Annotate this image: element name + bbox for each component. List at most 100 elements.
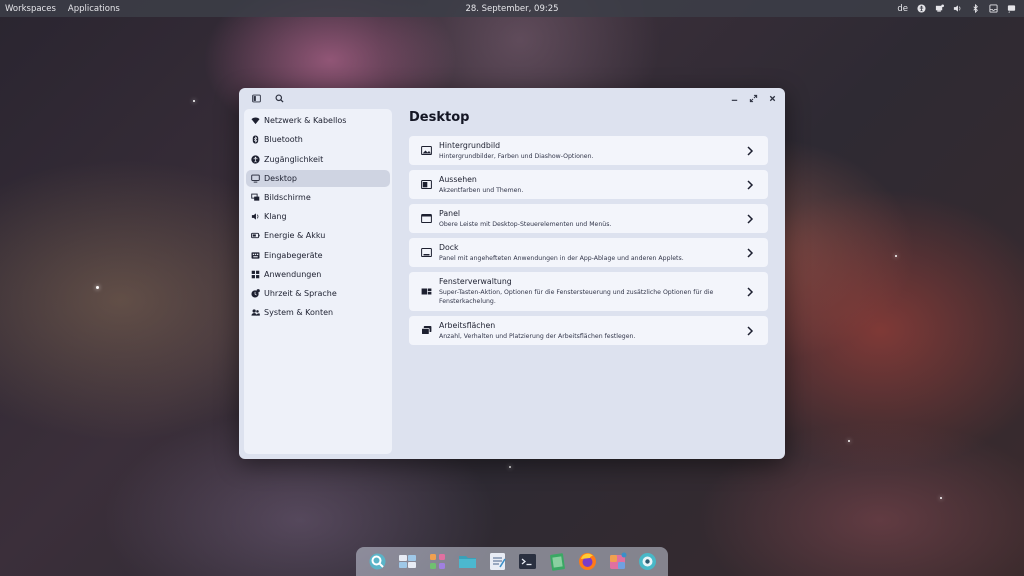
window-titlebar[interactable] [239,88,785,108]
sound-icon [251,212,260,221]
maximize-icon[interactable] [747,92,759,104]
wallpaper-star [940,497,942,499]
bluetooth-icon [251,135,260,144]
clock[interactable]: 28. September, 09:25 [465,4,558,14]
users-icon [251,308,260,317]
sidebar-item-label: Bluetooth [264,135,303,145]
sidebar-item-sound[interactable]: Klang [246,208,390,226]
firefox-icon[interactable] [577,551,598,572]
battery-icon [251,231,260,240]
wallpaper-icon [421,145,432,156]
settings-content: Desktop Hintergrundbild Hintergrundbilde… [409,108,769,345]
card-title: Panel [439,208,461,218]
apps-icon [251,270,260,279]
top-panel: Workspaces Applications 28. September, 0… [0,0,1024,17]
panel-icon [421,213,432,224]
card-appearance[interactable]: Aussehen Akzentfarben und Themen. [409,170,768,199]
card-description: Akzentfarben und Themen. [439,186,524,194]
sidebar-item-label: Eingabegeräte [264,250,323,260]
chevron-right-icon [746,213,754,224]
card-description: Obere Leiste mit Desktop-Steuerelementen… [439,220,612,228]
minimize-icon[interactable] [728,92,740,104]
launcher-icon[interactable] [367,551,388,572]
accessibility-icon[interactable] [917,4,926,13]
workspaces-icon [421,325,432,336]
sidebar-item-label: System & Konten [264,308,334,318]
card-window-management[interactable]: Fensterverwaltung Super-Tasten-Aktion, O… [409,272,768,311]
sidebar-item-power[interactable]: Energie & Akku [246,227,390,245]
card-workspaces[interactable]: Arbeitsflächen Anzahl, Verhalten und Pla… [409,316,768,345]
bluetooth-icon[interactable] [971,4,980,13]
card-description: Panel mit angehefteten Anwendungen in de… [439,254,684,262]
time-language-icon [251,289,260,298]
settings-window: Netzwerk & Kabellos Bluetooth Zugänglich… [239,88,785,459]
sidebar-item-accessibility[interactable]: Zugänglichkeit [246,150,390,168]
dock-icon [421,247,432,258]
chevron-right-icon [746,325,754,336]
card-title: Dock [439,242,459,252]
card-description: Super-Tasten-Aktion, Optionen für die Fe… [439,289,714,305]
sidebar-item-desktop[interactable]: Desktop [246,169,390,188]
sidebar-item-applications[interactable]: Anwendungen [246,266,390,284]
keyboard-icon [251,251,260,260]
files-icon[interactable] [457,551,478,572]
sidebar-toggle-icon[interactable] [250,92,262,104]
chevron-right-icon [746,247,754,258]
sidebar-item-time-language[interactable]: Uhrzeit & Sprache [246,285,390,303]
card-title: Aussehen [439,174,477,184]
settings-sidebar: Netzwerk & Kabellos Bluetooth Zugänglich… [244,109,392,454]
store-updates-icon[interactable] [607,551,628,572]
power-icon[interactable] [1007,4,1016,13]
chevron-right-icon [746,145,754,156]
notifications-icon[interactable] [989,4,998,13]
chevron-right-icon [746,179,754,190]
page-title: Desktop [409,110,470,125]
terminal-icon[interactable] [517,551,538,572]
sidebar-item-input-devices[interactable]: Eingabegeräte [246,246,390,264]
wallpaper-star [96,286,99,289]
workspaces-app-icon[interactable] [397,551,418,572]
card-description: Hintergrundbilder, Farben und Diashow-Op… [439,152,594,160]
sidebar-item-label: Netzwerk & Kabellos [264,116,347,126]
chevron-right-icon [746,286,754,297]
wifi-icon [251,116,260,125]
sidebar-item-network[interactable]: Netzwerk & Kabellos [246,112,390,130]
sidebar-item-system-accounts[interactable]: System & Konten [246,304,390,322]
card-description: Anzahl, Verhalten und Platzierung der Ar… [439,332,636,340]
workspaces-button[interactable]: Workspaces [5,4,56,14]
card-dock[interactable]: Dock Panel mit angehefteten Anwendungen … [409,238,768,267]
store-icon[interactable] [547,551,568,572]
sidebar-item-label: Uhrzeit & Sprache [264,288,337,298]
sidebar-item-bluetooth[interactable]: Bluetooth [246,131,390,149]
wallpaper-star [848,440,850,442]
keyboard-layout-indicator[interactable]: de [897,4,908,14]
sidebar-item-label: Energie & Akku [264,231,326,241]
search-icon[interactable] [273,92,285,104]
dock [356,547,668,576]
wallpaper-star [193,100,195,102]
wallpaper-star [895,255,897,257]
network-icon[interactable] [935,4,944,13]
audio-icon[interactable] [953,4,962,13]
card-title: Arbeitsflächen [439,320,496,330]
sidebar-item-label: Anwendungen [264,269,322,279]
accessibility-icon [251,154,260,164]
text-editor-icon[interactable] [487,551,508,572]
sidebar-item-label: Bildschirme [264,193,311,202]
app-library-icon[interactable] [427,551,448,572]
close-icon[interactable] [766,92,778,104]
displays-icon [251,193,260,202]
window-management-icon [421,286,432,297]
settings-icon[interactable] [637,551,658,572]
sidebar-item-label: Zugänglichkeit [264,154,324,164]
applications-button[interactable]: Applications [68,4,120,14]
card-title: Fensterverwaltung [439,277,512,286]
desktop-icon [251,174,260,183]
card-title: Hintergrundbild [439,140,501,150]
appearance-icon [421,179,432,190]
sidebar-item-label: Desktop [264,173,297,183]
sidebar-item-displays[interactable]: Bildschirme [246,189,390,207]
card-wallpaper[interactable]: Hintergrundbild Hintergrundbilder, Farbe… [409,136,768,165]
wallpaper-star [509,466,511,468]
card-panel[interactable]: Panel Obere Leiste mit Desktop-Steuerele… [409,204,768,233]
